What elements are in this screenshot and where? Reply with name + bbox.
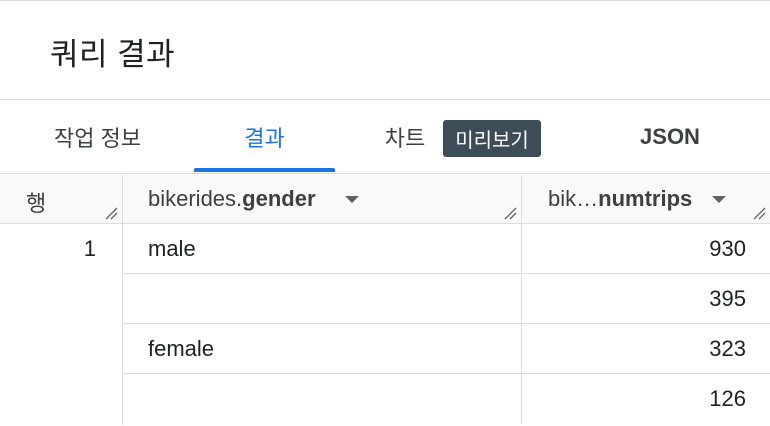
column-header-row[interactable]: 행 [0,175,123,224]
table-cell-gender: female [123,324,522,374]
column-header-row-label: 행 [26,191,47,216]
table-cell-gender [123,274,522,324]
page-title: 쿼리 결과 [50,37,176,72]
table-cell-numtrips: 323 [522,324,770,374]
resize-grip-icon[interactable] [752,206,766,220]
sort-caret-icon[interactable] [345,196,359,203]
tab-job-info[interactable]: 작업 정보 [30,100,165,173]
column-header-numtrips-field: numtrips [598,186,693,211]
column-header-numtrips[interactable]: bik…numtrips [522,175,770,224]
table-cell-gender: male [123,224,522,274]
table-cell-numtrips: 930 [522,224,770,274]
table-cell-gender [123,374,522,424]
sort-caret-icon[interactable] [712,196,726,203]
tab-json[interactable]: JSON [620,100,720,173]
title-bar: 쿼리 결과 [0,0,770,100]
active-tab-indicator [194,168,335,172]
column-header-gender-field: gender [242,186,316,211]
tab-bar: 작업 정보 결과 차트 JSON [0,100,770,174]
resize-grip-icon[interactable] [104,206,118,220]
resize-grip-icon[interactable] [503,206,517,220]
table-cell-numtrips: 395 [522,274,770,324]
preview-badge: 미리보기 [443,120,541,157]
column-header-gender-prefix: bikerides. [148,186,243,211]
tab-chart[interactable]: 차트 [370,100,440,173]
column-header-gender[interactable]: bikerides.gender [123,175,522,224]
row-number-cell: 1 [0,224,123,425]
tab-results[interactable]: 결과 [194,100,335,173]
table-cell-numtrips: 126 [709,386,746,411]
results-table: 행 bikerides.gender bik…numtrips 1 male 9… [0,175,770,426]
column-header-numtrips-prefix: bik… [548,186,599,211]
